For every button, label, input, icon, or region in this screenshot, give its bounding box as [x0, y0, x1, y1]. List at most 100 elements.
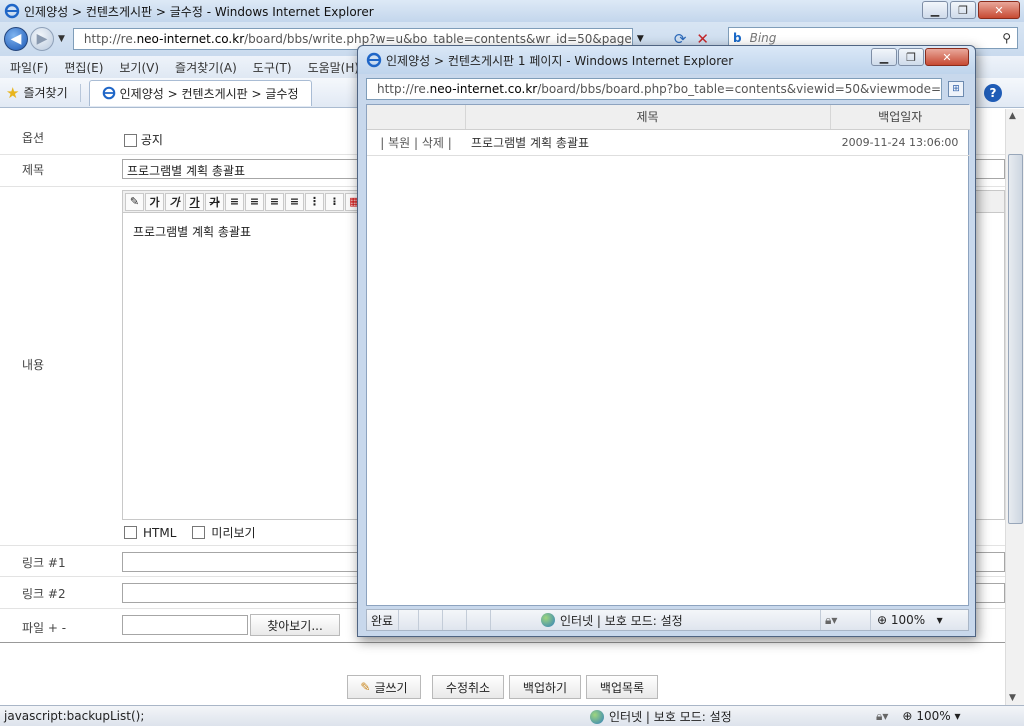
- search-placeholder: Bing: [749, 31, 777, 45]
- backup-history-popup: 인제양성 > 컨텐츠게시판 1 페이지 - Windows Internet E…: [357, 45, 976, 637]
- file-path-input[interactable]: [122, 615, 248, 635]
- underline-icon[interactable]: 가: [185, 192, 204, 211]
- favorites-button[interactable]: ★ 즐겨찾기: [6, 83, 81, 102]
- menu-favorites[interactable]: 즐겨찾기(A): [175, 59, 237, 76]
- backup-table: 제목 백업일자 | 복원 | 삭제 | 프로그램별 계획 총괄표 2009-11…: [367, 105, 970, 156]
- menu-view[interactable]: 보기(V): [119, 59, 159, 76]
- backup-button[interactable]: 백업하기: [509, 675, 581, 699]
- pencil-icon: ✎: [360, 680, 371, 694]
- subject-header: 제목: [465, 105, 831, 130]
- popup-address-path: /board/bbs/board.php?bo_table=contents&v…: [537, 82, 942, 96]
- subject-label: 제목: [22, 163, 45, 177]
- status-seg-1: [399, 610, 419, 630]
- search-icon[interactable]: ⚲: [1002, 31, 1011, 45]
- option-label: 옵션: [22, 131, 45, 145]
- help-icon[interactable]: ?: [984, 84, 1002, 102]
- popup-page: 제목 백업일자 | 복원 | 삭제 | 프로그램별 계획 총괄표 2009-11…: [366, 104, 970, 606]
- popup-status-bar: 완료 인터넷 | 보호 모드: 설정 🔒︎▾ ⊕ 100% ▾: [366, 609, 969, 631]
- cancel-edit-button[interactable]: 수정취소: [432, 675, 504, 699]
- tab-ie-icon: [102, 86, 115, 100]
- bold-icon[interactable]: 가: [145, 192, 164, 211]
- address-host: neo-internet.co.kr: [136, 32, 245, 46]
- zoom-control[interactable]: ⊕ 100% ▾: [902, 709, 960, 723]
- zone-indicator[interactable]: 인터넷 | 보호 모드: 설정: [590, 708, 870, 725]
- popup-close-button[interactable]: ✕: [925, 48, 969, 66]
- popup-address-bar[interactable]: http://re. neo-internet.co.kr/board/bbs/b…: [366, 78, 942, 100]
- bing-logo-icon: b: [733, 31, 742, 45]
- notice-checkbox[interactable]: [124, 134, 137, 147]
- scroll-down-icon[interactable]: ▼: [1009, 693, 1016, 703]
- editor-options: HTML 미리보기: [124, 524, 256, 541]
- popup-zone-indicator[interactable]: 인터넷 | 보호 모드: 설정: [491, 610, 821, 630]
- main-title-bar: 인제양성 > 컨텐츠게시판 > 글수정 - Windows Internet E…: [0, 0, 1024, 22]
- popup-globe-icon: [541, 613, 555, 627]
- strike-icon[interactable]: 가: [205, 192, 224, 211]
- popup-maximize-button[interactable]: ❐: [898, 48, 924, 66]
- address-prefix: http://re.: [83, 32, 137, 46]
- popup-zoom-control[interactable]: ⊕ 100% ▾: [871, 610, 947, 630]
- popup-address-host: neo-internet.co.kr: [429, 82, 538, 96]
- protected-mode-icon[interactable]: 🔒︎▾: [876, 709, 888, 724]
- feed-icon[interactable]: ⊞: [948, 81, 964, 97]
- star-icon: ★: [6, 83, 20, 102]
- file-label: 파일 + -: [22, 621, 67, 635]
- status-text: javascript:backupList();: [4, 709, 145, 723]
- scroll-up-icon[interactable]: ▲: [1009, 111, 1016, 121]
- popup-title-bar: 인제양성 > 컨텐츠게시판 1 페이지 - Windows Internet E…: [358, 46, 975, 74]
- row-actions[interactable]: | 복원 | 삭제 |: [367, 129, 465, 156]
- maximize-button[interactable]: ❐: [950, 1, 976, 19]
- page-scrollbar[interactable]: ▲ ▼: [1005, 109, 1024, 705]
- italic-icon[interactable]: 가: [165, 192, 184, 211]
- justify-icon[interactable]: ≡: [285, 192, 304, 211]
- html-label: HTML: [143, 525, 177, 540]
- zoom-icon: ⊕: [902, 709, 913, 723]
- align-center-icon[interactable]: ≡: [245, 192, 264, 211]
- tab-current[interactable]: 인제양성 > 컨텐츠게시판 > 글수정: [88, 79, 312, 106]
- zone-text: 인터넷 | 보호 모드: 설정: [609, 709, 732, 724]
- address-dropdown-icon[interactable]: ▼: [637, 34, 644, 44]
- menu-edit[interactable]: 편집(E): [64, 59, 103, 76]
- preview-label: 미리보기: [211, 526, 256, 540]
- popup-ie-logo-icon: [366, 52, 382, 68]
- actions-header: [367, 105, 466, 130]
- popup-zoom-level: 100%: [890, 613, 926, 627]
- table-row: | 복원 | 삭제 | 프로그램별 계획 총괄표 2009-11-24 13:0…: [367, 129, 970, 156]
- row-date: 2009-11-24 13:06:00: [830, 129, 970, 156]
- numbered-list-icon[interactable]: ⋮: [305, 192, 324, 211]
- backup-list-button[interactable]: 백업목록: [586, 675, 658, 699]
- favorites-label: 즐겨찾기: [23, 86, 68, 100]
- preview-checkbox[interactable]: [192, 526, 206, 539]
- menu-file[interactable]: 파일(F): [10, 59, 48, 76]
- main-status-bar: javascript:backupList(); 인터넷 | 보호 모드: 설정…: [0, 705, 1024, 726]
- bullet-list-icon[interactable]: ⁝: [325, 192, 344, 211]
- write-button[interactable]: ✎ 글쓰기: [347, 675, 421, 699]
- forward-button[interactable]: ▶: [30, 27, 54, 51]
- back-button[interactable]: ◀: [4, 27, 28, 51]
- menu-help[interactable]: 도움말(H): [308, 59, 360, 76]
- notice-label: 공지: [140, 133, 163, 147]
- html-checkbox[interactable]: [124, 526, 137, 539]
- globe-icon: [590, 710, 604, 724]
- align-right-icon[interactable]: ≡: [265, 192, 284, 211]
- history-dropdown-icon[interactable]: ▼: [58, 34, 65, 44]
- browse-button[interactable]: 찾아보기...: [250, 614, 340, 636]
- scroll-thumb[interactable]: [1008, 154, 1023, 524]
- popup-title: 인제양성 > 컨텐츠게시판 1 페이지 - Windows Internet E…: [386, 53, 734, 68]
- align-left-icon[interactable]: ≡: [225, 192, 244, 211]
- link1-label: 링크 #1: [22, 556, 66, 570]
- status-seg-3: [443, 610, 467, 630]
- zoom-level: 100%: [916, 709, 951, 723]
- popup-protected-mode-icon[interactable]: 🔒︎▾: [821, 610, 871, 630]
- address-path: /board/bbs/write.php?w=u&bo_table=conten…: [244, 32, 633, 46]
- eraser-icon[interactable]: ✎: [125, 192, 144, 211]
- menu-tools[interactable]: 도구(T): [253, 59, 292, 76]
- minimize-button[interactable]: ▁: [922, 1, 948, 19]
- tab-label: 인제양성 > 컨텐츠게시판 > 글수정: [119, 86, 299, 101]
- backup-date-header: 백업일자: [830, 105, 970, 130]
- close-button[interactable]: ✕: [978, 1, 1020, 19]
- popup-zone-text: 인터넷 | 보호 모드: 설정: [560, 613, 683, 628]
- status-seg-2: [419, 610, 443, 630]
- popup-status-done: 완료: [367, 610, 399, 630]
- popup-minimize-button[interactable]: ▁: [871, 48, 897, 66]
- row-subject[interactable]: 프로그램별 계획 총괄표: [465, 129, 830, 156]
